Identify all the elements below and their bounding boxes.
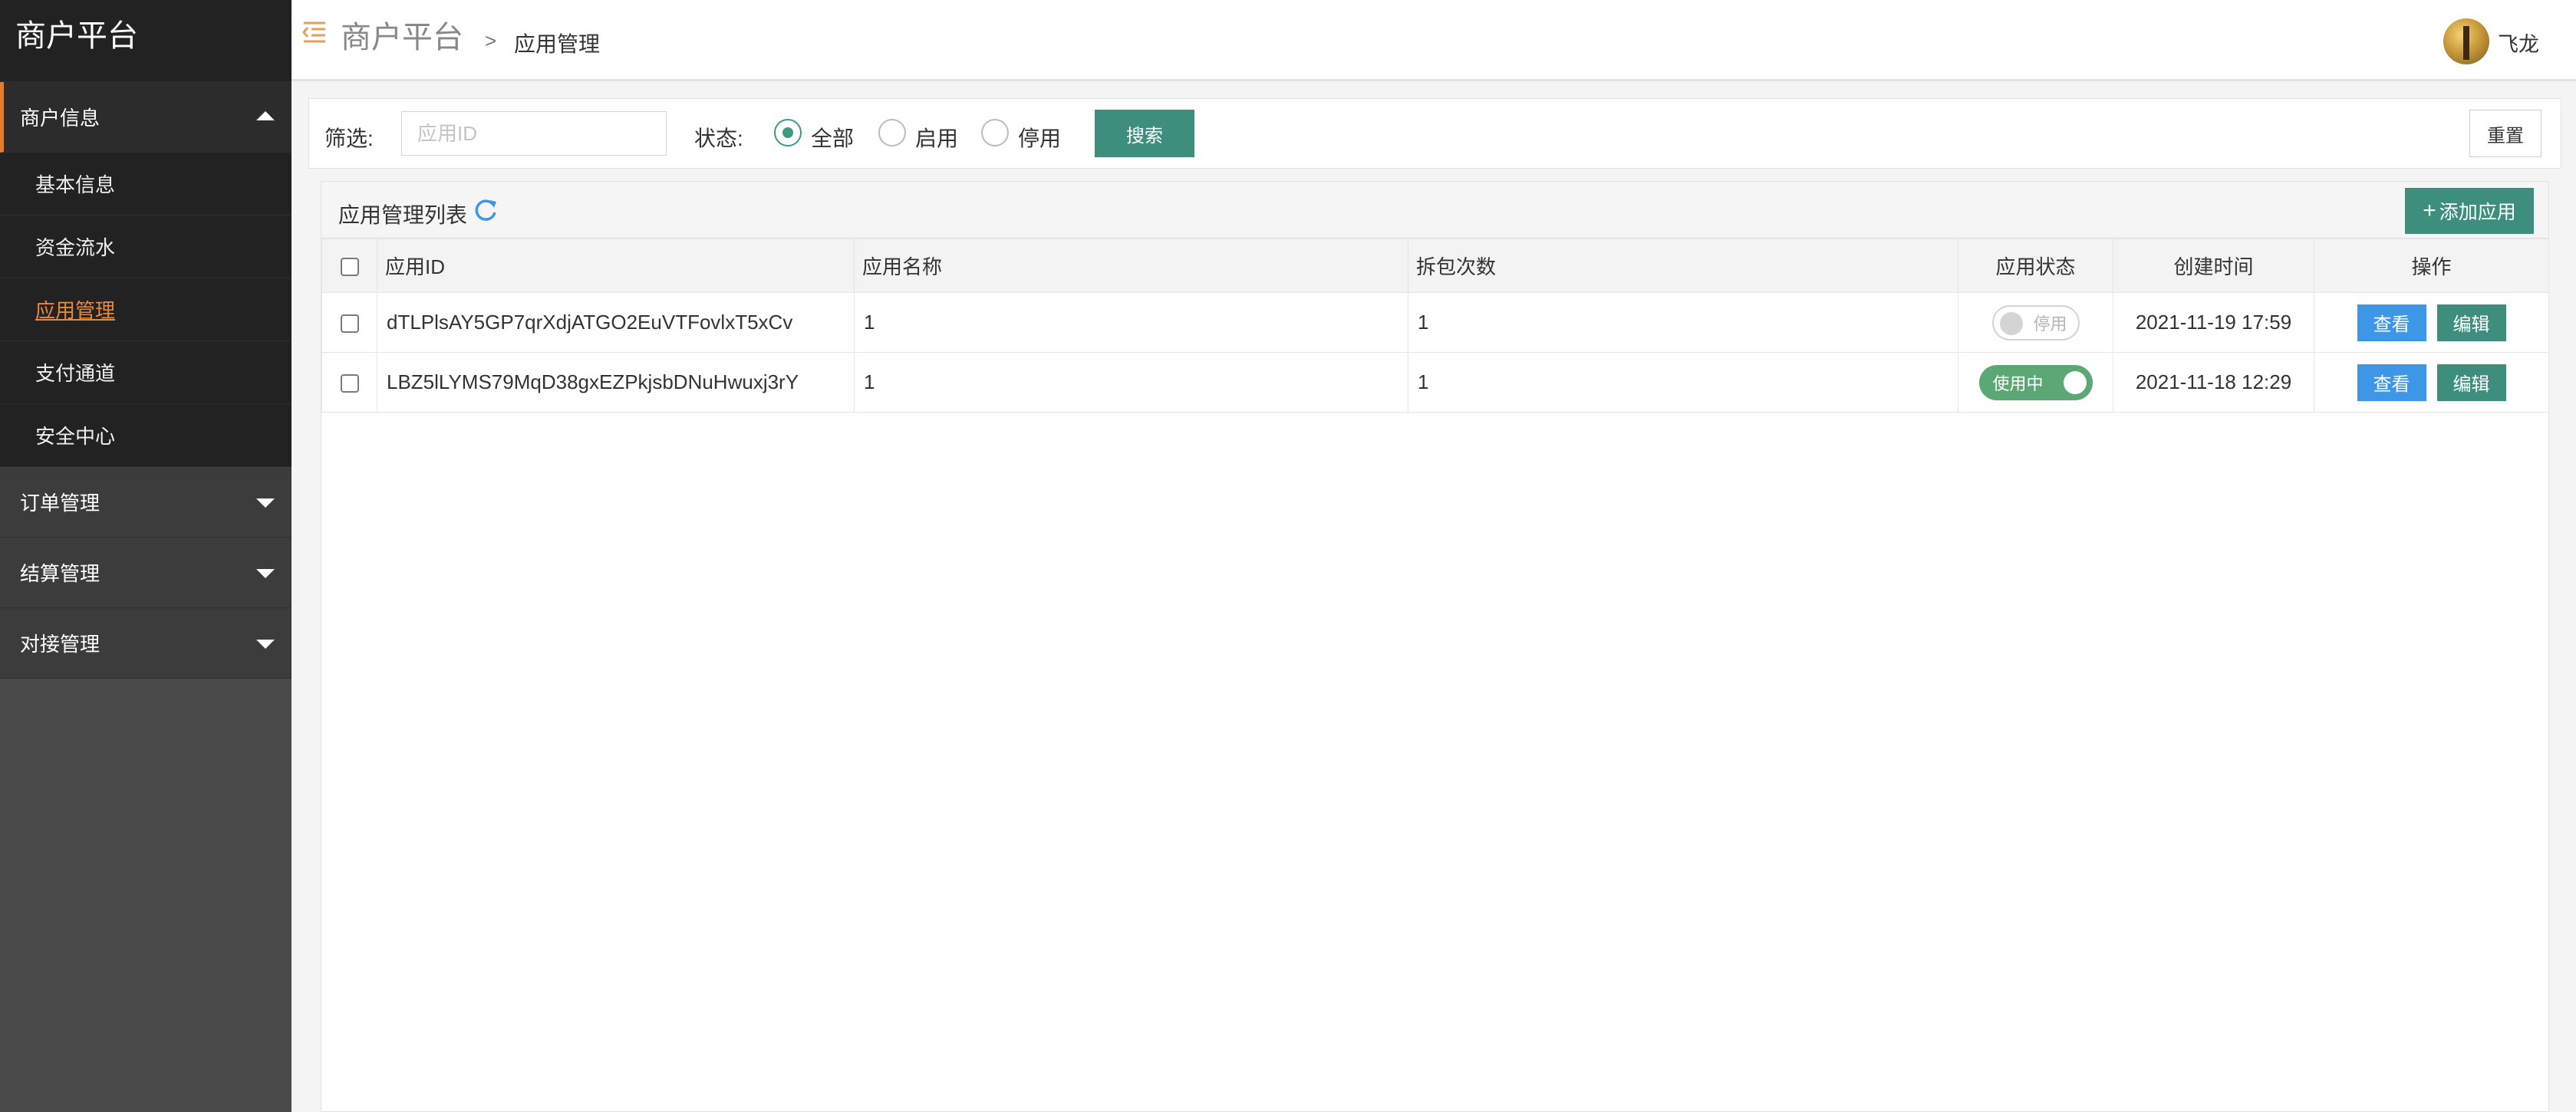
sidebar-group-label: 对接管理 — [20, 633, 100, 656]
filter-label: 筛选: — [324, 127, 374, 150]
add-app-label: 添加应用 — [2439, 202, 2516, 223]
header-title: 商户平台 — [341, 21, 463, 54]
breadcrumb-separator: > — [485, 29, 497, 52]
view-button[interactable]: 查看 — [2357, 364, 2426, 401]
created-time-cell: 2021-11-18 12:29 — [2113, 352, 2314, 413]
sidebar-group-settlement[interactable]: 结算管理 — [0, 538, 292, 608]
select-all-cell — [321, 239, 377, 293]
sidebar-group-label: 订单管理 — [20, 492, 100, 515]
sidebar-item-basic-info[interactable]: 基本信息 — [0, 153, 292, 215]
created-time-cell: 2021-11-19 17:59 — [2113, 292, 2314, 353]
breadcrumb-current-page: 应用管理 — [514, 32, 601, 56]
row-select-cell — [321, 352, 377, 413]
actions-cell: 查看 编辑 — [2314, 352, 2549, 413]
sidebar-group-label: 商户信息 — [20, 107, 100, 130]
actions-cell: 查看 编辑 — [2314, 292, 2549, 353]
search-button[interactable]: 搜索 — [1095, 110, 1194, 157]
app-name-cell: 1 — [854, 292, 1408, 353]
brand-title: 商户平台 — [0, 0, 292, 82]
table-row: LBZ5lLYMS79MqD38gxEZPkjsbDNuHwuxj3rY 1 1… — [321, 352, 2549, 413]
radio-disabled-label[interactable]: 停用 — [1018, 122, 1061, 153]
status-label: 状态: — [694, 127, 743, 150]
toggle-knob — [1999, 311, 2023, 335]
sidebar-item-app-management[interactable]: 应用管理 — [0, 278, 292, 341]
column-header-status[interactable]: 应用状态 — [1958, 239, 2113, 293]
status-toggle-label: 使用中 — [1992, 373, 2044, 393]
edit-button[interactable]: 编辑 — [2436, 364, 2506, 401]
panel-header: 应用管理列表 + 添加应用 — [321, 182, 2548, 239]
sidebar-group-orders[interactable]: 订单管理 — [0, 467, 292, 538]
sidebar: 商户平台 商户信息 基本信息 资金流水 应用管理 支付通道 安全中心 订单管理 … — [0, 0, 292, 1112]
sidebar-submenu: 基本信息 资金流水 应用管理 支付通道 安全中心 — [0, 153, 292, 467]
unpack-count-cell: 1 — [1408, 292, 1958, 353]
column-header-created[interactable]: 创建时间 — [2113, 239, 2314, 293]
status-toggle[interactable]: 停用 — [1991, 304, 2080, 341]
row-checkbox[interactable] — [340, 374, 359, 393]
status-cell: 停用 — [1958, 292, 2113, 353]
table-header-row: 应用ID 应用名称 拆包次数 应用状态 创建时间 操作 — [321, 239, 2549, 293]
app-id-search-input[interactable] — [401, 111, 667, 156]
status-cell: 使用中 — [1958, 352, 2113, 413]
column-header-unpack-count[interactable]: 拆包次数 — [1408, 239, 1958, 293]
add-app-button[interactable]: + 添加应用 — [2405, 188, 2534, 234]
sidebar-group-label: 结算管理 — [20, 562, 100, 585]
sidebar-item-security-center[interactable]: 安全中心 — [0, 404, 292, 467]
app-id-cell: LBZ5lLYMS79MqD38gxEZPkjsbDNuHwuxj3rY — [377, 352, 855, 413]
row-checkbox[interactable] — [340, 314, 359, 334]
caret-down-icon — [256, 498, 275, 508]
top-header: 商户平台 > 应用管理 飞龙 — [292, 0, 2576, 81]
radio-all[interactable] — [774, 119, 802, 146]
column-header-app-id[interactable]: 应用ID — [377, 239, 855, 293]
app-id-cell: dTLPlsAY5GP7qrXdjATGO2EuVTFovlxT5xCv — [377, 292, 855, 353]
sidebar-group-merchant-info[interactable]: 商户信息 — [0, 82, 292, 153]
refresh-icon[interactable] — [473, 197, 499, 227]
table-row: dTLPlsAY5GP7qrXdjATGO2EuVTFovlxT5xCv 1 1… — [321, 292, 2549, 353]
sidebar-item-fund-flow[interactable]: 资金流水 — [0, 215, 292, 278]
select-all-checkbox[interactable] — [340, 258, 359, 277]
radio-all-label[interactable]: 全部 — [811, 122, 854, 153]
sidebar-item-payment-channel[interactable]: 支付通道 — [0, 341, 292, 404]
status-toggle-label: 停用 — [2033, 314, 2067, 334]
user-name[interactable]: 飞龙 — [2498, 28, 2539, 58]
column-header-actions: 操作 — [2314, 239, 2549, 293]
app-name-cell: 1 — [854, 352, 1408, 413]
avatar[interactable] — [2443, 18, 2489, 64]
column-header-app-name[interactable]: 应用名称 — [854, 239, 1408, 293]
toggle-knob — [2063, 370, 2087, 394]
sidebar-group-integration[interactable]: 对接管理 — [0, 608, 292, 679]
reset-button[interactable]: 重置 — [2469, 110, 2541, 157]
edit-button[interactable]: 编辑 — [2436, 304, 2506, 341]
radio-enabled-label[interactable]: 启用 — [915, 122, 958, 153]
plus-icon: + — [2423, 198, 2436, 223]
filter-bar: 筛选: 状态: 全部 启用 停用 搜索 重置 — [308, 98, 2561, 169]
caret-down-icon — [256, 639, 275, 649]
radio-disabled[interactable] — [981, 119, 1009, 146]
row-select-cell — [321, 292, 377, 353]
unpack-count-cell: 1 — [1408, 352, 1958, 413]
app-list-panel: 应用管理列表 + 添加应用 应用ID 应用名称 拆包次数 应用状态 创建时间 操… — [321, 181, 2549, 1112]
caret-down-icon — [256, 568, 275, 578]
menu-collapse-icon[interactable] — [301, 20, 328, 47]
panel-title: 应用管理列表 — [338, 203, 468, 227]
radio-enabled[interactable] — [878, 119, 906, 146]
status-toggle[interactable]: 使用中 — [1978, 364, 2093, 400]
app-table: 应用ID 应用名称 拆包次数 应用状态 创建时间 操作 dTLPlsAY5GP7… — [321, 239, 2549, 413]
view-button[interactable]: 查看 — [2357, 304, 2426, 341]
caret-up-icon — [256, 110, 275, 120]
